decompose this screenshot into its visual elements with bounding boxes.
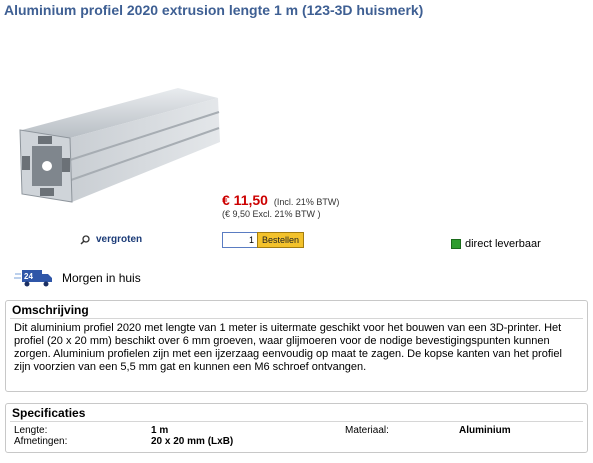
spec-key (345, 436, 459, 447)
spec-key: Lengte: (14, 425, 48, 436)
spec-value: Aluminium (459, 425, 511, 436)
description-heading: Omschrijving (12, 303, 89, 317)
stock-status-icon (451, 239, 461, 249)
price-excl-note: (€ 9,50 Excl. 21% BTW ) (222, 209, 321, 219)
spec-value: 20 x 20 mm (LxB) (151, 436, 234, 447)
spec-value: 1 m (151, 425, 169, 436)
zoom-link-label[interactable]: vergroten (96, 234, 142, 245)
specs-table: Lengte: 1 m Materiaal: Aluminium Afmetin… (14, 425, 511, 447)
description-text: Dit aluminium profiel 2020 met lengte va… (14, 322, 562, 373)
specs-panel: Specificaties Lengte: 1 m Materiaal: Alu… (5, 403, 588, 453)
order-button[interactable]: Bestellen (257, 232, 305, 248)
divider (10, 318, 583, 319)
stock-status: direct leverbaar (451, 238, 541, 250)
delivery-label: Morgen in huis (62, 271, 141, 285)
specs-heading: Specificaties (12, 406, 86, 420)
delivery-info: 24 Morgen in huis (14, 268, 141, 288)
svg-text:24: 24 (24, 272, 33, 281)
spec-value (459, 436, 511, 447)
stock-status-label: direct leverbaar (465, 238, 541, 250)
product-title: Aluminium profiel 2020 extrusion lengte … (4, 2, 424, 18)
table-row: Lengte: 1 m Materiaal: Aluminium (14, 425, 511, 436)
price-incl: € 11,50 (Incl. 21% BTW) (222, 192, 339, 208)
spec-key: Materiaal: (345, 425, 389, 436)
divider (10, 421, 583, 422)
delivery-truck-24h-icon: 24 (14, 270, 52, 287)
product-image[interactable] (8, 80, 228, 230)
price-amount: € 11,50 (222, 192, 268, 208)
description-panel: Omschrijving Dit aluminium profiel 2020 … (5, 300, 588, 392)
price-incl-note: (Incl. 21% BTW) (273, 197, 340, 207)
zoom-link[interactable]: vergroten (80, 234, 142, 245)
table-row: Afmetingen: 20 x 20 mm (LxB) (14, 436, 511, 447)
quantity-input[interactable] (222, 232, 258, 248)
magnifier-icon (80, 234, 90, 245)
spec-key: Afmetingen: (14, 436, 68, 447)
